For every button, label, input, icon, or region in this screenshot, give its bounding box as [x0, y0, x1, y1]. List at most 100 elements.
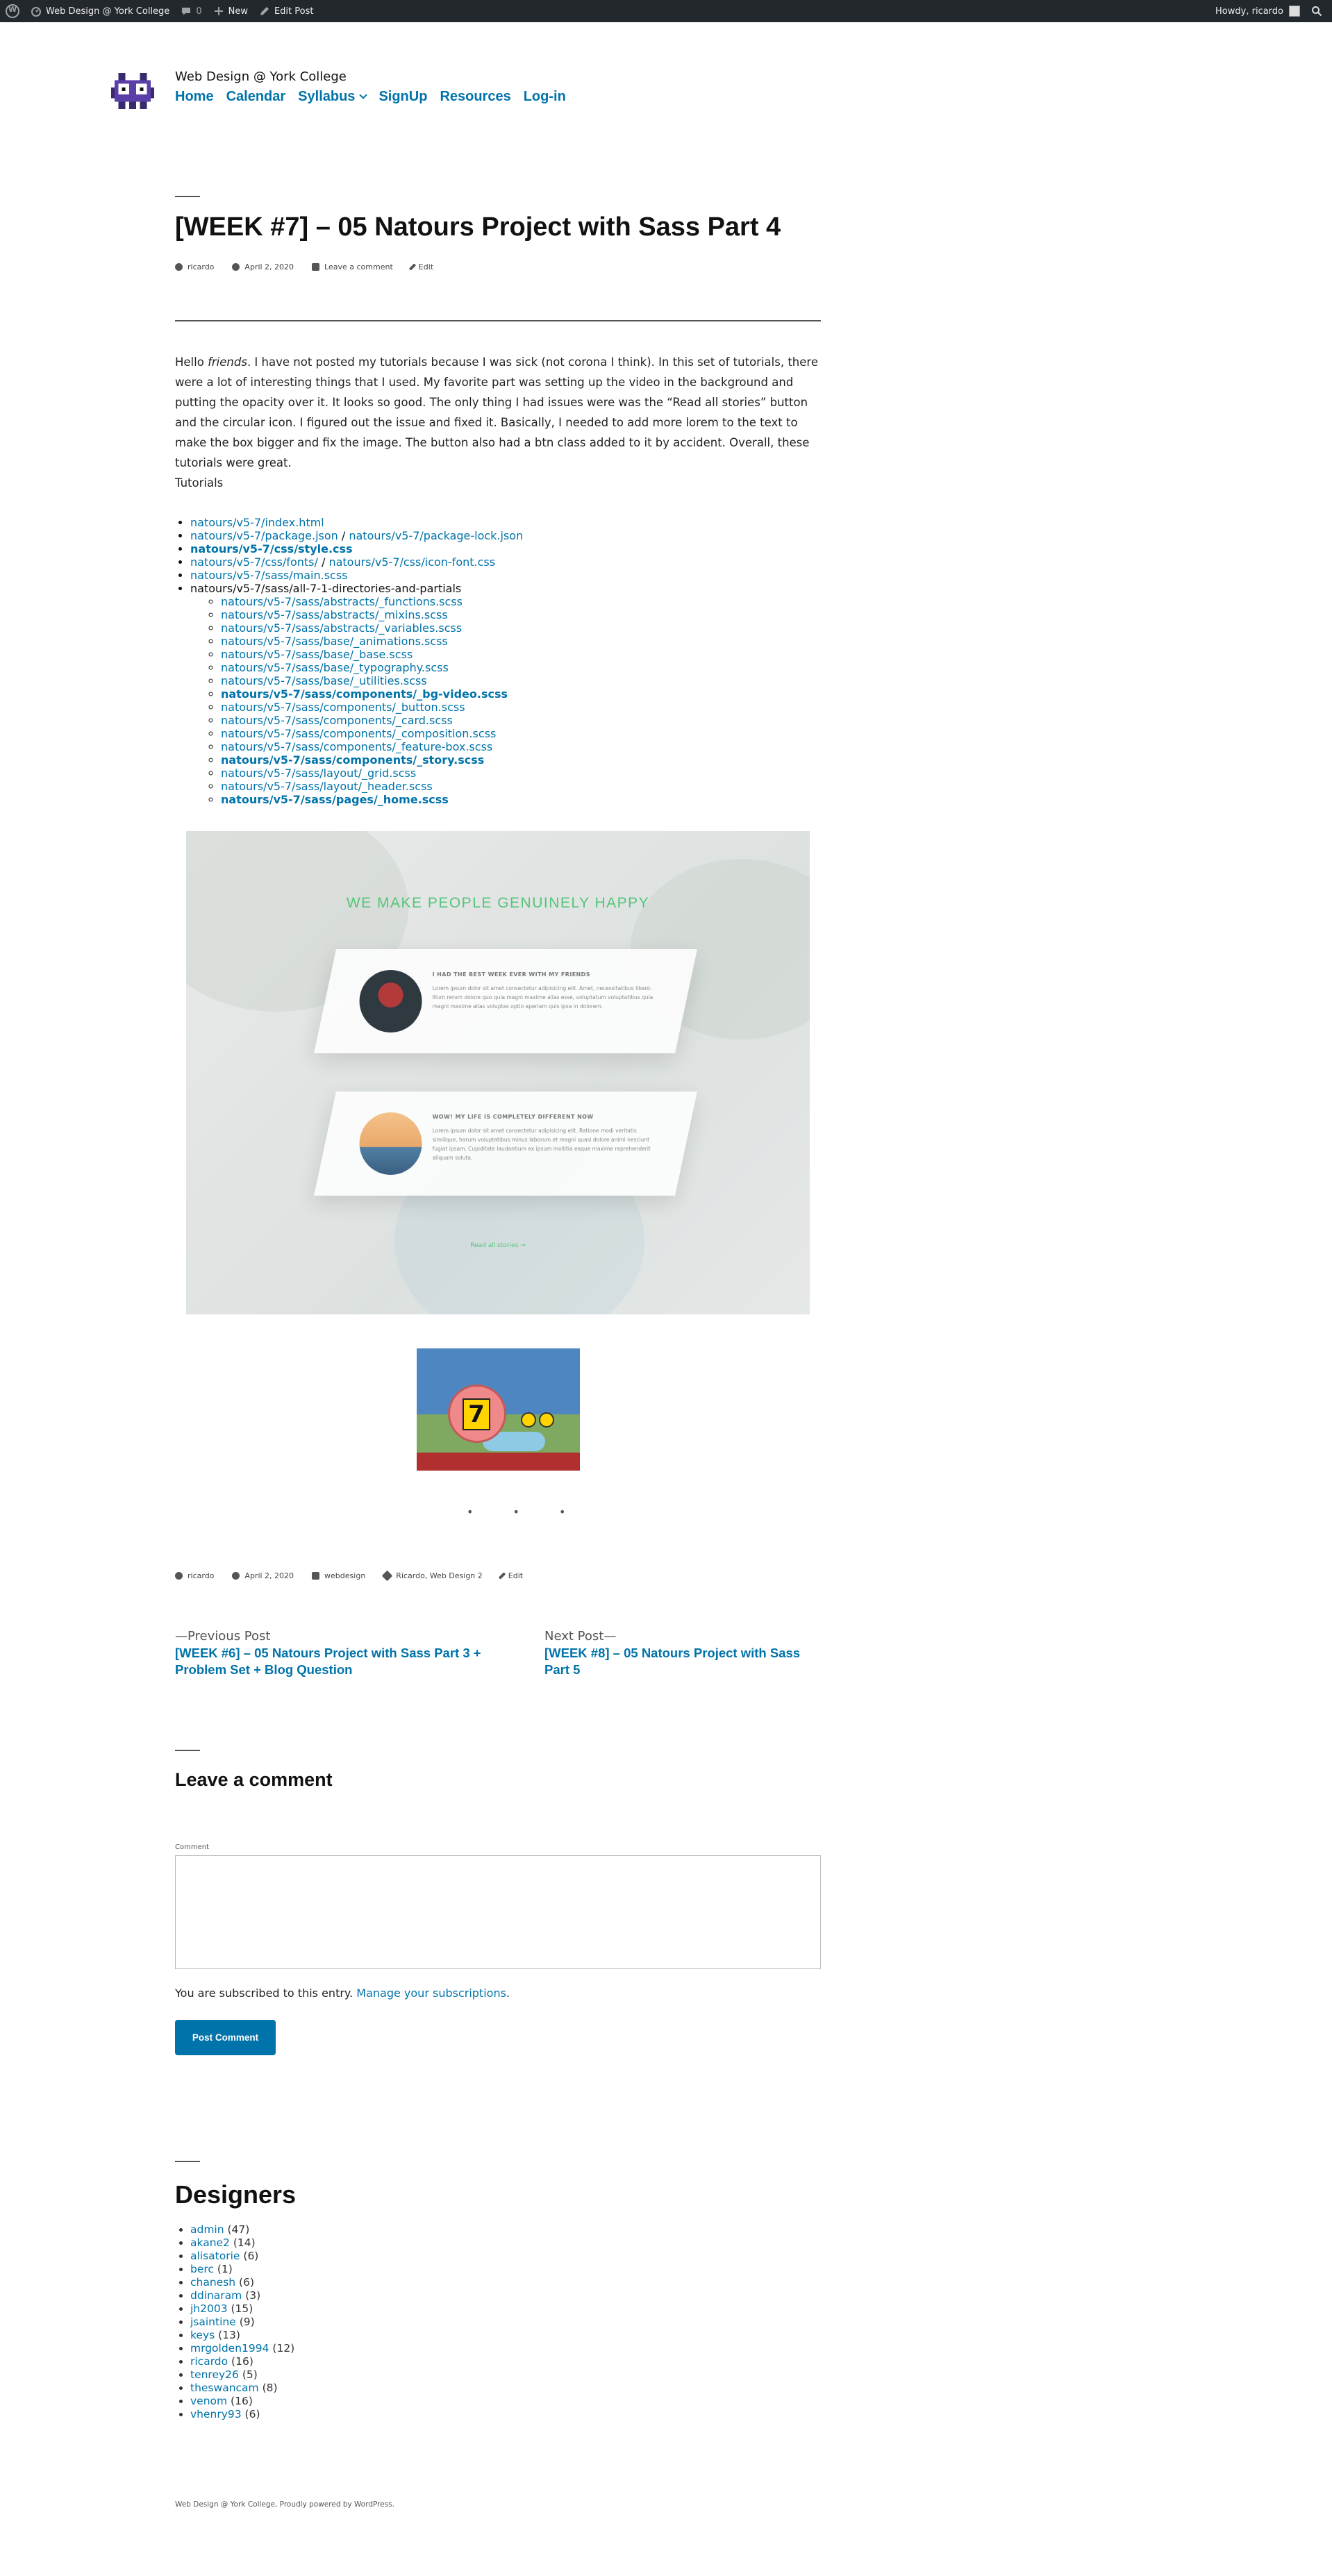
file-link[interactable]: natours/v5-7/sass/components/_story.scss [221, 753, 484, 767]
list-item: natours/v5-7/sass/components/_button.scs… [221, 701, 821, 714]
natours-stories-screenshot: WE MAKE PEOPLE GENUINELY HAPPY I HAD THE… [186, 831, 810, 1314]
story-card: WOW! MY LIFE IS COMPLETELY DIFFERENT NOW… [314, 1092, 697, 1196]
file-link[interactable]: natours/v5-7/sass/base/_typography.scss [221, 661, 449, 674]
pixel-monster-logo-icon[interactable] [111, 69, 154, 112]
file-link[interactable]: natours/v5-7/package.json [190, 529, 338, 542]
wordpress-menu[interactable] [0, 0, 25, 22]
story-card: I HAD THE BEST WEEK EVER WITH MY FRIENDS… [314, 949, 697, 1053]
period-text: . [506, 1987, 510, 2000]
post-count: (12) [269, 2342, 295, 2355]
file-link[interactable]: natours/v5-7/sass/abstracts/_variables.s… [221, 621, 462, 635]
site-title[interactable]: Web Design @ York College [175, 69, 347, 84]
list-item: natours/v5-7/sass/all-7-1-directories-an… [190, 582, 821, 806]
file-link[interactable]: natours/v5-7/sass/layout/_grid.scss [221, 767, 416, 780]
designer-link[interactable]: keys [190, 2329, 215, 2341]
previous-post-link[interactable]: [WEEK #6] – 05 Natours Project with Sass… [175, 1645, 526, 1678]
designer-link[interactable]: jsaintine [190, 2316, 236, 2328]
list-item: ddinaram (3) [190, 2289, 294, 2302]
designer-link[interactable]: jh2003 [190, 2302, 228, 2315]
file-link[interactable]: natours/v5-7/sass/pages/_home.scss [221, 793, 449, 806]
file-link[interactable]: natours/v5-7/sass/base/_base.scss [221, 648, 413, 661]
designer-link[interactable]: admin [190, 2223, 224, 2236]
list-item: natours/v5-7/sass/components/_card.scss [221, 714, 821, 727]
meta-author[interactable]: ricardo [175, 1571, 214, 1580]
file-link[interactable]: natours/v5-7/sass/base/_animations.scss [221, 635, 448, 648]
file-link[interactable]: natours/v5-7/sass/abstracts/_mixins.scss [221, 608, 448, 621]
file-link[interactable]: natours/v5-7/sass/components/_feature-bo… [221, 740, 492, 753]
post-meta-bottom: ricardo April 2, 2020 webdesign Ricardo,… [175, 1570, 523, 1582]
file-link[interactable]: natours/v5-7/sass/components/_compositio… [221, 727, 496, 740]
story-title: WOW! MY LIFE IS COMPLETELY DIFFERENT NOW [432, 1114, 594, 1120]
comments-menu[interactable]: 0 [175, 0, 207, 22]
designer-link[interactable]: venom [190, 2395, 227, 2407]
site-name-menu[interactable]: Web Design @ York College [25, 0, 175, 22]
file-link[interactable]: natours/v5-7/sass/layout/_header.scss [221, 780, 433, 793]
hero-heading: WE MAKE PEOPLE GENUINELY HAPPY [346, 895, 650, 911]
meta-edit-link[interactable]: Edit [408, 262, 433, 271]
designer-link[interactable]: alisatorie [190, 2250, 240, 2262]
file-link[interactable]: natours/v5-7/sass/abstracts/_functions.s… [221, 595, 463, 608]
search-menu[interactable] [1306, 0, 1332, 22]
designer-link[interactable]: berc [190, 2263, 214, 2275]
file-link[interactable]: natours/v5-7/css/style.css [190, 542, 353, 555]
snail-eye [521, 1412, 536, 1428]
nav-resources[interactable]: Resources [440, 89, 510, 105]
post-comment-button[interactable]: Post Comment [175, 2020, 276, 2055]
manage-subscriptions-link[interactable]: Manage your subscriptions [356, 1987, 506, 2000]
my-account-menu[interactable]: Howdy, ricardo [1210, 0, 1306, 22]
list-item: natours/v5-7/sass/abstracts/_variables.s… [221, 621, 821, 635]
post-count: (6) [241, 2408, 260, 2420]
file-link[interactable]: natours/v5-7/sass/base/_utilities.scss [221, 674, 427, 687]
meta-comment-label: Leave a comment [324, 262, 393, 271]
file-link[interactable]: natours/v5-7/index.html [190, 516, 324, 529]
designer-link[interactable]: akane2 [190, 2236, 230, 2249]
nav-home[interactable]: Home [175, 89, 214, 105]
post-count: (3) [242, 2289, 261, 2302]
snail-eye [539, 1412, 554, 1428]
tag-icon [382, 1570, 393, 1582]
next-post-link[interactable]: [WEEK #8] – 05 Natours Project with Sass… [544, 1645, 822, 1678]
designer-link[interactable]: tenrey26 [190, 2368, 239, 2381]
site-footer-credit[interactable]: Web Design @ York College, Proudly power… [175, 2500, 394, 2509]
file-link[interactable]: natours/v5-7/sass/components/_card.scss [221, 714, 453, 727]
designer-link[interactable]: ricardo [190, 2355, 228, 2368]
meta-edit-link[interactable]: Edit [498, 1571, 523, 1580]
comments-divider [175, 1750, 200, 1751]
intro-emphasis: friends [208, 356, 247, 369]
file-link[interactable]: natours/v5-7/sass/main.scss [190, 569, 348, 582]
list-item: ricardo (16) [190, 2355, 294, 2368]
nav-calendar[interactable]: Calendar [226, 89, 286, 105]
designer-link[interactable]: chanesh [190, 2276, 235, 2289]
meta-author-label: ricardo [188, 262, 215, 271]
file-link[interactable]: natours/v5-7/sass/components/_button.scs… [221, 701, 465, 714]
list-item: natours/v5-7/sass/components/_compositio… [221, 727, 821, 740]
meta-date[interactable]: April 2, 2020 [232, 1571, 294, 1580]
nav-signup[interactable]: SignUp [378, 89, 427, 105]
file-link[interactable]: natours/v5-7/sass/components/_bg-video.s… [221, 687, 508, 701]
designer-link[interactable]: mrgolden1994 [190, 2342, 269, 2355]
designer-link[interactable]: theswancam [190, 2382, 259, 2394]
post-meta-top: ricardo April 2, 2020 Leave a comment Ed… [175, 262, 433, 271]
meta-date[interactable]: April 2, 2020 [232, 262, 294, 271]
meta-comment-link[interactable]: Leave a comment [312, 262, 393, 271]
meta-tags[interactable]: Ricardo, Web Design 2 [382, 1570, 483, 1582]
file-link[interactable]: natours/v5-7/css/icon-font.css [328, 555, 495, 569]
list-item: jh2003 (15) [190, 2302, 294, 2316]
nav-login[interactable]: Log-in [524, 89, 566, 105]
chevron-down-icon[interactable] [359, 90, 368, 99]
nav-syllabus[interactable]: Syllabus [298, 89, 368, 105]
meta-category[interactable]: webdesign [312, 1571, 365, 1580]
new-content-menu[interactable]: New [208, 0, 253, 22]
file-link[interactable]: natours/v5-7/css/fonts/ [190, 555, 318, 569]
title-divider [175, 196, 200, 197]
edit-post-menu[interactable]: Edit Post [253, 0, 319, 22]
post-count: (6) [240, 2250, 259, 2262]
comment-textarea[interactable] [175, 1855, 821, 1969]
meta-author[interactable]: ricardo [175, 262, 214, 271]
file-link[interactable]: natours/v5-7/package-lock.json [349, 529, 523, 542]
designer-link[interactable]: ddinaram [190, 2289, 242, 2302]
wordpress-logo-icon [6, 4, 19, 18]
list-item: natours/v5-7/css/fonts/ / natours/v5-7/c… [190, 555, 821, 569]
designer-link[interactable]: vhenry93 [190, 2408, 242, 2420]
list-item: admin (47) [190, 2223, 294, 2236]
